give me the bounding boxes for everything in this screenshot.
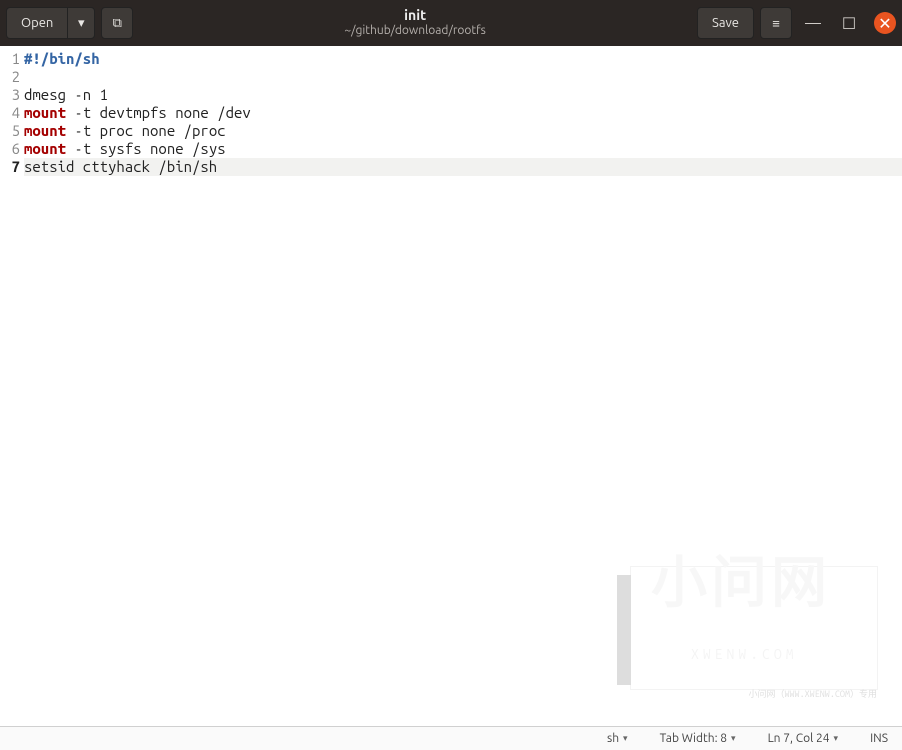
close-icon: ✕: [878, 14, 891, 33]
token-plain: -t proc none /proc: [66, 122, 226, 139]
code-line[interactable]: mount -t proc none /proc: [24, 122, 902, 140]
language-selector[interactable]: sh ▾: [591, 732, 644, 745]
maximize-button[interactable]: ☐: [838, 12, 860, 34]
open-button[interactable]: Open: [6, 7, 67, 39]
chevron-down-icon: ▾: [78, 16, 85, 31]
cursor-position-label: Ln 7, Col 24: [768, 732, 830, 745]
line-number-gutter: 1234567: [0, 50, 24, 726]
token-plain: setsid cttyhack /bin/sh: [24, 158, 217, 175]
new-tab-button[interactable]: ⧉: [101, 7, 133, 39]
open-recent-dropdown[interactable]: ▾: [67, 7, 95, 39]
chevron-down-icon: ▾: [623, 733, 628, 744]
window-title: init ~/github/download/rootfs: [133, 7, 697, 38]
titlebar: Open ▾ ⧉ init ~/github/download/rootfs S…: [0, 0, 902, 46]
code-line[interactable]: mount -t devtmpfs none /dev: [24, 104, 902, 122]
token-cmd: mount: [24, 140, 66, 157]
cursor-position-selector[interactable]: Ln 7, Col 24 ▾: [752, 732, 855, 745]
language-label: sh: [607, 732, 619, 745]
file-path: ~/github/download/rootfs: [133, 24, 697, 38]
insert-mode-indicator[interactable]: INS: [854, 732, 892, 745]
menu-icon: ≡: [772, 16, 780, 31]
statusbar: sh ▾ Tab Width: 8 ▾ Ln 7, Col 24 ▾ INS: [0, 726, 902, 750]
hamburger-menu-button[interactable]: ≡: [760, 7, 792, 39]
chevron-down-icon: ▾: [731, 733, 736, 744]
editor-area[interactable]: 1234567 #!/bin/shdmesg -n 1mount -t devt…: [0, 46, 902, 726]
line-number: 1: [0, 50, 20, 68]
window-controls: — ☐ ✕: [802, 12, 896, 34]
maximize-icon: ☐: [842, 14, 856, 33]
token-plain: -t sysfs none /sys: [66, 140, 226, 157]
minimize-icon: —: [805, 14, 821, 32]
line-number: 7: [0, 158, 20, 176]
line-number: 2: [0, 68, 20, 86]
code-line[interactable]: mount -t sysfs none /sys: [24, 140, 902, 158]
save-button[interactable]: Save: [697, 7, 754, 39]
line-number: 6: [0, 140, 20, 158]
file-name: init: [133, 7, 697, 24]
token-plain: -t devtmpfs none /dev: [66, 104, 251, 121]
code-line[interactable]: setsid cttyhack /bin/sh: [24, 158, 902, 176]
code-line[interactable]: [24, 68, 902, 86]
tab-width-selector[interactable]: Tab Width: 8 ▾: [644, 732, 752, 745]
line-number: 5: [0, 122, 20, 140]
tab-width-label: Tab Width: 8: [660, 732, 727, 745]
new-document-icon: ⧉: [113, 16, 122, 31]
token-shebang: #!/bin/sh: [24, 50, 100, 67]
line-number: 4: [0, 104, 20, 122]
chevron-down-icon: ▾: [834, 733, 839, 744]
close-button[interactable]: ✕: [874, 12, 896, 34]
insert-mode-label: INS: [870, 732, 888, 745]
token-cmd: mount: [24, 104, 66, 121]
line-number: 3: [0, 86, 20, 104]
code-line[interactable]: #!/bin/sh: [24, 50, 902, 68]
token-plain: dmesg -n 1: [24, 86, 108, 103]
minimize-button[interactable]: —: [802, 12, 824, 34]
token-cmd: mount: [24, 122, 66, 139]
code-content[interactable]: #!/bin/shdmesg -n 1mount -t devtmpfs non…: [24, 50, 902, 726]
code-line[interactable]: dmesg -n 1: [24, 86, 902, 104]
